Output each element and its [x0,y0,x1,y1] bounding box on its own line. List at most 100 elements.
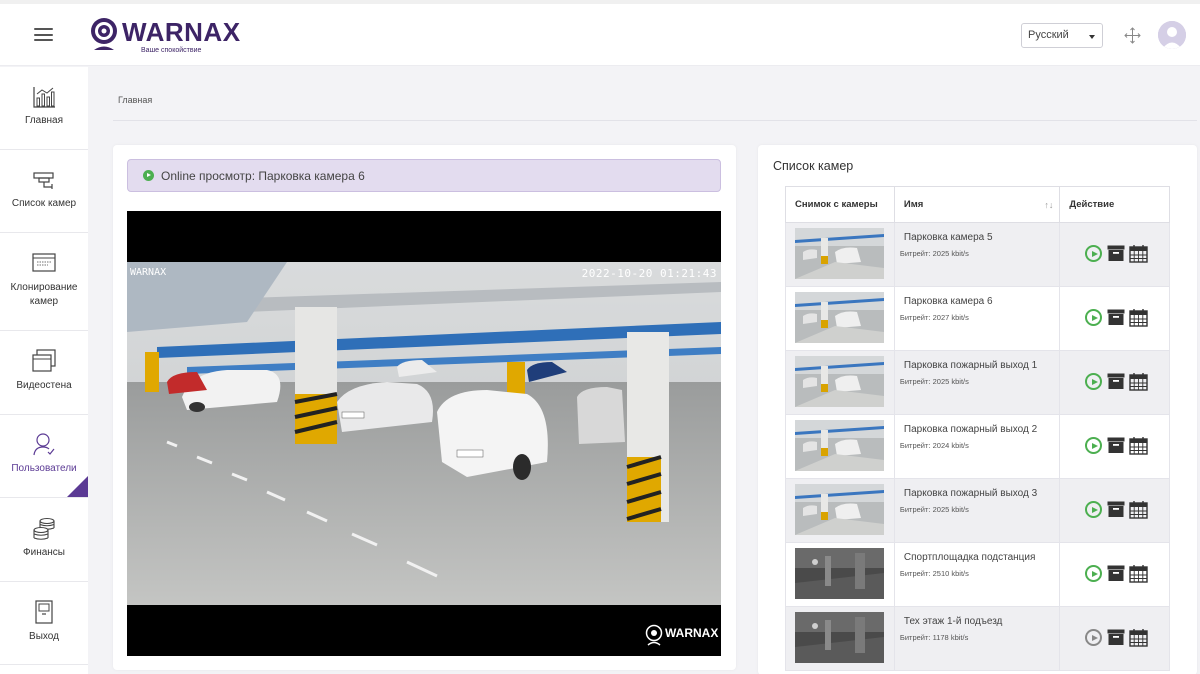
camera-name[interactable]: Парковка камера 6 [904,296,1059,307]
overlay-brand: WARNAX [130,267,167,278]
play-icon[interactable] [1085,501,1103,518]
name-cell: Парковка камера 6 Битрейт: 2027 kbit/s [893,286,1061,351]
fullscreen-move-icon[interactable] [1124,27,1141,44]
camera-snapshot[interactable] [795,548,884,599]
sidebar-item-exit[interactable]: Выход [0,582,88,665]
play-icon[interactable] [1085,629,1103,646]
column-header-snapshot: Снимок с камеры [785,186,895,223]
camera-name[interactable]: Парковка пожарный выход 2 [904,424,1059,435]
camera-snapshot[interactable] [795,356,884,407]
name-cell: Парковка камера 5 Битрейт: 2025 kbit/s [893,222,1061,287]
column-header-name[interactable]: Имя ↑↓ [893,186,1061,223]
archive-icon[interactable] [1107,372,1125,390]
archive-icon[interactable] [1107,564,1125,582]
sidebar-item-finance[interactable]: Финансы [0,498,88,582]
actions-cell [1059,478,1170,543]
sidebar-item-label: Выход [29,631,59,642]
table-row[interactable]: Парковка пожарный выход 1 Битрейт: 2025 k… [785,350,1170,415]
table-row[interactable]: Парковка камера 6 Битрейт: 2027 kbit/s [785,286,1170,351]
video-player[interactable]: WARNAX 2022-10-20 01:21:43 WARNAX [127,211,721,656]
active-indicator [67,476,88,497]
camera-bitrate: Битрейт: 2024 kbit/s [899,441,969,450]
play-icon[interactable] [1085,245,1103,262]
camera-snapshot[interactable] [795,612,884,663]
actions-cell [1059,606,1170,671]
sidebar-item-label: Список камер [11,198,77,209]
sidebar-item-home[interactable]: Главная [0,67,88,150]
logo-text: WARNAX [122,17,241,47]
watermark-text: WARNAX [665,626,719,640]
calendar-icon[interactable] [1129,500,1149,519]
camera-bitrate: Битрейт: 1178 kbit/s [899,633,969,642]
user-avatar-icon [1158,21,1186,49]
calendar-icon[interactable] [1129,436,1149,455]
play-icon[interactable] [1085,437,1103,454]
camera-list-title: Список камер [773,159,854,173]
sidebar-item-label: Клонирование камер [10,282,78,307]
camera-bitrate: Битрейт: 2027 kbit/s [899,313,969,322]
column-header-name-label: Имя [903,199,924,210]
camera-snapshot[interactable] [795,420,884,471]
avatar[interactable] [1158,21,1186,49]
actions-cell [1059,286,1170,351]
table-row[interactable]: Парковка пожарный выход 3 Битрейт: 2025 k… [785,478,1170,543]
table-row[interactable]: Тех этаж 1-й подъезд Битрейт: 1178 kbit/s [785,606,1170,671]
camera-table: Снимок с камеры Имя ↑↓ Действие Парковка… [785,186,1170,671]
actions-cell [1059,414,1170,479]
camera-name[interactable]: Парковка камера 5 [904,232,1059,243]
table-row[interactable]: Парковка камера 5 Битрейт: 2025 kbit/s [785,222,1170,287]
logo[interactable]: WARNAX Ваше спокойствие [88,14,240,58]
exit-icon [35,600,53,624]
webcam-watermark-icon [645,624,663,646]
archive-icon[interactable] [1107,500,1125,518]
sidebar-item-label: Пользователи [11,463,77,474]
calendar-icon[interactable] [1129,244,1149,263]
snapshot-cell [785,478,895,543]
language-value: Русский [1028,29,1069,41]
calendar-icon[interactable] [1129,308,1149,327]
play-icon[interactable] [1085,565,1103,582]
coins-icon [33,517,55,540]
table-row[interactable]: Парковка пожарный выход 2 Битрейт: 2024 k… [785,414,1170,479]
camera-name[interactable]: Тех этаж 1-й подъезд [904,616,1059,627]
webcam-logo-icon [91,18,117,50]
menu-toggle-icon[interactable] [34,28,53,41]
archive-icon[interactable] [1107,308,1125,326]
breadcrumb-divider [113,120,1197,121]
camera-snapshot[interactable] [795,228,884,279]
play-icon[interactable] [1085,373,1103,390]
archive-icon[interactable] [1107,244,1125,262]
sort-icon[interactable]: ↑↓ [1044,200,1053,210]
language-select[interactable]: Русский [1021,23,1103,48]
sidebar-item-videowall[interactable]: Видеостена [0,331,88,415]
actions-cell [1059,222,1170,287]
sidebar-item-users[interactable]: Пользователи [0,415,88,498]
browser-strip [0,0,1200,4]
camera-name[interactable]: Спортплощадка подстанция [904,552,1059,563]
logo-tagline: Ваше спокойствие [141,47,202,54]
overlay-timestamp: 2022-10-20 01:21:43 [581,267,717,280]
archive-icon[interactable] [1107,436,1125,454]
breadcrumb[interactable]: Главная [118,95,152,105]
camera-name[interactable]: Парковка пожарный выход 3 [904,488,1059,499]
calendar-icon[interactable] [1129,628,1149,647]
camera-bitrate: Битрейт: 2025 kbit/s [899,505,969,514]
sidebar-item-clone-cameras[interactable]: Клонирование камер [0,233,88,331]
name-cell: Спортплощадка подстанция Битрейт: 2510 kb… [893,542,1061,607]
watermark: WARNAX [643,624,721,648]
sidebar-item-camera-list[interactable]: Список камер [0,150,88,233]
camera-snapshot[interactable] [795,292,884,343]
table-row[interactable]: Спортплощадка подстанция Битрейт: 2510 kb… [785,542,1170,607]
calendar-icon[interactable] [1129,372,1149,391]
sidebar-item-label: Видеостена [16,380,72,391]
camera-name[interactable]: Парковка пожарный выход 1 [904,360,1059,371]
play-icon[interactable] [1085,309,1103,326]
calendar-icon[interactable] [1129,564,1149,583]
archive-icon[interactable] [1107,628,1125,646]
camera-snapshot[interactable] [795,484,884,535]
live-view-title-bar: Online просмотр: Парковка камера 6 [127,159,721,192]
snapshot-cell [785,286,895,351]
camera-bitrate: Битрейт: 2510 kbit/s [899,569,969,578]
camera-bitrate: Битрейт: 2025 kbit/s [899,377,969,386]
name-cell: Тех этаж 1-й подъезд Битрейт: 1178 kbit/s [893,606,1061,671]
